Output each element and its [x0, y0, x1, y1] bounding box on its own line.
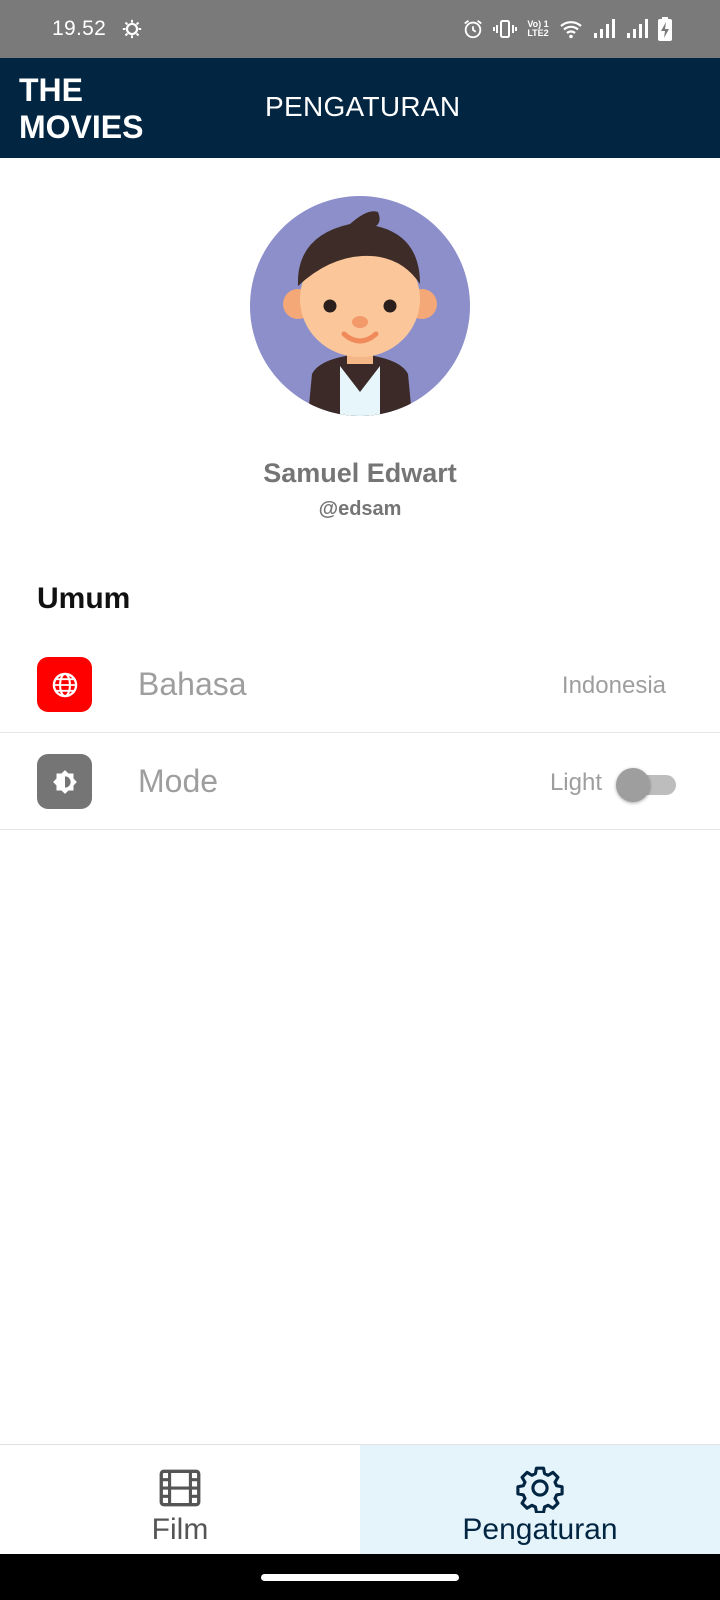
settings-icon: [515, 1463, 565, 1514]
section-title: Umum: [37, 582, 131, 615]
setting-row-mode[interactable]: Mode Light: [0, 733, 720, 830]
nav-item-film[interactable]: Film: [0, 1445, 360, 1555]
avatar: [250, 196, 470, 416]
nav-label-film: Film: [151, 1513, 209, 1546]
nav-label-settings: Pengaturan: [462, 1513, 618, 1546]
status-bar: 19.52 Vo) 1 LTE2: [0, 0, 720, 58]
battery-charging-icon: [658, 17, 672, 41]
alarm-icon: [462, 18, 484, 40]
globe-icon: [37, 657, 92, 712]
toggle-thumb: [616, 768, 650, 802]
logo-line1: THE: [19, 72, 83, 108]
setting-label-language: Bahasa: [138, 666, 247, 702]
setting-value-language: Indonesia: [561, 672, 666, 699]
setting-label-mode: Mode: [138, 763, 219, 799]
setting-value-mode: Light: [549, 769, 602, 796]
app-bar: THE MOVIES PENGATURAN: [0, 58, 720, 158]
app-logo: THE MOVIES: [19, 72, 179, 146]
brightness-icon: [37, 754, 92, 809]
nav-item-settings[interactable]: Pengaturan: [360, 1445, 720, 1555]
film-icon: [155, 1463, 205, 1513]
mode-toggle-switch[interactable]: [616, 766, 676, 802]
profile-name: Samuel Edwart: [263, 458, 457, 488]
profile-handle: @edsam: [318, 498, 402, 520]
signal-icon: [625, 18, 649, 40]
vibrate-icon: [493, 18, 517, 40]
volte-bottom-text: LTE2: [527, 28, 549, 38]
status-time: 19.52: [52, 17, 107, 40]
home-gesture-handle[interactable]: [261, 1574, 459, 1581]
user-avatar-illustration: [250, 196, 470, 416]
status-icons: Vo) 1 LTE2: [462, 16, 672, 42]
page-title: PENGATURAN: [265, 91, 461, 122]
wifi-icon: [559, 18, 583, 40]
gear-icon: [121, 18, 143, 40]
bottom-navigation: Film Pengaturan: [0, 1444, 720, 1555]
volte-lte2-icon: Vo) 1 LTE2: [526, 20, 550, 38]
signal-icon: [592, 18, 616, 40]
logo-line2: MOVIES: [19, 109, 144, 145]
gesture-bar: [0, 1554, 720, 1600]
setting-row-language[interactable]: Bahasa Indonesia: [0, 636, 720, 733]
